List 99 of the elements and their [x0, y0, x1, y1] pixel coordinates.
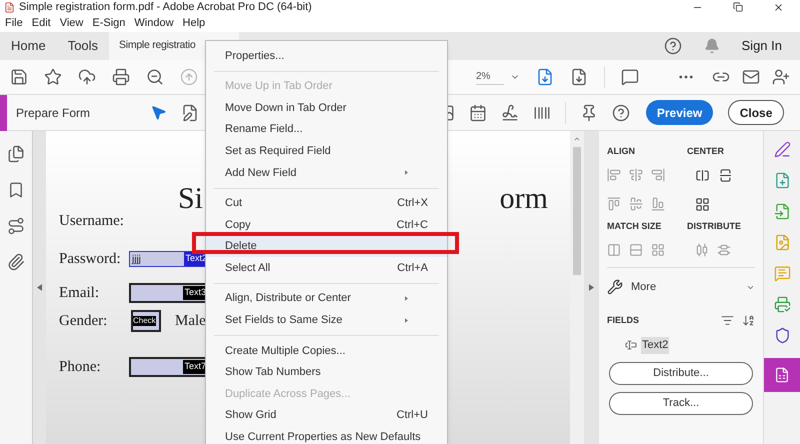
- section-heading: CENTER: [687, 145, 724, 158]
- mail-icon[interactable]: [742, 68, 760, 86]
- align-right-icon[interactable]: [651, 168, 665, 182]
- close-button[interactable]: Close: [728, 100, 784, 125]
- menu-item[interactable]: Add New Field: [206, 162, 447, 184]
- date-field-icon[interactable]: [469, 104, 488, 122]
- sign-icon[interactable]: [774, 141, 790, 158]
- menu-item[interactable]: File: [5, 15, 23, 32]
- menu-item[interactable]: Copy Ctrl+C: [206, 214, 447, 236]
- menu-item[interactable]: Set Fields to Same Size: [206, 310, 447, 332]
- form-title: Si: [178, 181, 204, 217]
- menu-item[interactable]: Window: [134, 15, 174, 32]
- distribute-vertical-icon[interactable]: [717, 243, 731, 257]
- protect-icon[interactable]: [774, 327, 790, 344]
- center-vertical-icon[interactable]: [718, 168, 733, 182]
- match-height-icon[interactable]: [607, 243, 621, 257]
- field-list-item[interactable]: Text2: [641, 337, 670, 354]
- menu-item[interactable]: Edit: [32, 15, 51, 32]
- menu-item[interactable]: E-Sign: [92, 15, 126, 32]
- panel-button[interactable]: Distribute...: [609, 362, 753, 384]
- form-label: Username:: [59, 212, 121, 231]
- tab[interactable]: Home: [0, 32, 57, 60]
- center-horizontal-icon[interactable]: [695, 168, 710, 182]
- form-label: Email:: [59, 284, 100, 303]
- active-tool[interactable]: [764, 358, 800, 392]
- collapse-icon[interactable]: [37, 284, 42, 291]
- tab[interactable]: Tools: [56, 32, 110, 60]
- mode-stripe: [0, 94, 7, 130]
- section-heading: MATCH SIZE: [607, 220, 662, 232]
- zoom-out-icon[interactable]: [146, 68, 164, 86]
- option-label: Male: [175, 312, 206, 331]
- pages-icon[interactable]: [7, 145, 25, 163]
- print-icon[interactable]: [112, 68, 130, 86]
- field-value: jjjj: [132, 252, 141, 266]
- menu-item[interactable]: Help: [182, 15, 206, 32]
- submenu-arrow-icon: [405, 296, 408, 302]
- form-title: orm: [500, 181, 548, 217]
- menu-item[interactable]: Show Grid Ctrl+U: [206, 404, 447, 426]
- sort-icon[interactable]: [721, 314, 734, 327]
- center-both-icon[interactable]: [695, 196, 710, 212]
- attachment-icon[interactable]: [7, 253, 25, 271]
- match-both-icon[interactable]: [651, 243, 665, 257]
- tools-icon[interactable]: [607, 279, 623, 296]
- panel-button[interactable]: Track...: [609, 392, 753, 414]
- pdf-icon: [4, 2, 15, 13]
- align-center-icon[interactable]: [629, 168, 643, 182]
- edit-field-icon[interactable]: [181, 104, 200, 122]
- menu-item[interactable]: Move Down in Tab Order: [206, 97, 447, 119]
- cursor-icon[interactable]: [150, 104, 168, 120]
- expand-icon[interactable]: [589, 284, 594, 291]
- sign-in-link[interactable]: Sign In: [742, 36, 782, 56]
- zoom-field[interactable]: 2%: [476, 69, 504, 85]
- bookmark-icon[interactable]: [7, 181, 25, 199]
- align-top-icon[interactable]: [607, 196, 621, 210]
- more-menu[interactable]: More: [631, 279, 656, 296]
- save-icon[interactable]: [10, 68, 28, 86]
- form-label: Phone:: [59, 358, 102, 377]
- menu-item[interactable]: Use Current Properties as New Defaults: [206, 426, 447, 444]
- align-bottom-icon[interactable]: [651, 196, 665, 210]
- help-icon[interactable]: [612, 104, 630, 122]
- path-icon[interactable]: [7, 217, 25, 235]
- form-label: Gender:: [59, 312, 108, 331]
- scrollbar-thumb[interactable]: [573, 147, 581, 275]
- print-production-icon[interactable]: [774, 296, 790, 313]
- alphabetical-sort-icon[interactable]: [742, 314, 755, 327]
- field-name: Text7: [183, 360, 207, 374]
- add-user-icon[interactable]: [772, 68, 790, 86]
- form-label: Password:: [59, 250, 121, 269]
- match-width-icon[interactable]: [629, 243, 643, 257]
- section-heading: DISTRIBUTE: [687, 220, 741, 232]
- submenu-arrow-icon: [405, 170, 408, 176]
- comment-icon[interactable]: [621, 68, 639, 86]
- section-heading: ALIGN: [607, 145, 636, 158]
- submenu-arrow-icon: [405, 318, 408, 323]
- mode-title: Prepare Form: [16, 104, 90, 122]
- preview-button[interactable]: Preview: [646, 100, 714, 125]
- scrollbar[interactable]: [570, 131, 584, 444]
- star-icon[interactable]: [44, 68, 62, 86]
- checkbox-field[interactable]: Check: [131, 310, 161, 332]
- window-title: Simple registration form.pdf - Adobe Acrobat Pro DC (64-bit): [19, 0, 312, 16]
- section-heading: FIELDS: [607, 314, 640, 326]
- text-field-icon: [625, 339, 637, 352]
- menu-item[interactable]: Cut Ctrl+X: [206, 192, 447, 214]
- align-middle-icon[interactable]: [629, 196, 643, 210]
- help-icon[interactable]: [664, 37, 682, 55]
- menu-item[interactable]: View: [60, 15, 84, 32]
- scroll-up-icon[interactable]: [573, 135, 581, 143]
- menu-item[interactable]: Rename Field...: [206, 118, 447, 140]
- align-left-icon[interactable]: [607, 168, 621, 182]
- field-name: Check: [133, 316, 156, 326]
- upload-icon[interactable]: [78, 68, 96, 86]
- restore-icon[interactable]: [733, 2, 743, 12]
- form-icon: [774, 367, 790, 383]
- signature-field-icon[interactable]: [501, 104, 520, 122]
- distribute-horizontal-icon[interactable]: [695, 243, 709, 257]
- field-name: Text3: [183, 286, 207, 300]
- create-pdf-icon[interactable]: [774, 172, 790, 189]
- close-icon[interactable]: [773, 2, 784, 13]
- menu-item[interactable]: Set as Required Field: [206, 140, 447, 162]
